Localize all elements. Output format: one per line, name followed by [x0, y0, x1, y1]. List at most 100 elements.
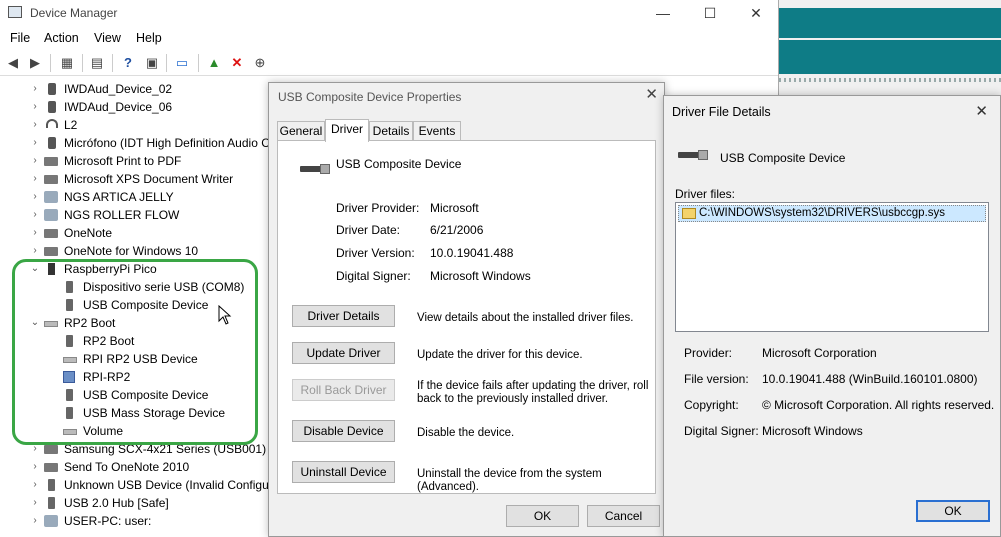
tab-general[interactable]: General	[277, 121, 325, 141]
audio-device-icon	[48, 101, 56, 113]
menu-view[interactable]: View	[94, 31, 121, 45]
toolbar-separator	[112, 54, 113, 72]
chevron-right-icon[interactable]: ›	[30, 458, 40, 476]
tree-item-label: IWDAud_Device_02	[64, 82, 173, 96]
chevron-right-icon[interactable]: ›	[30, 80, 40, 98]
network-device-icon	[44, 191, 58, 203]
usb-icon	[48, 497, 55, 509]
digital-signer-value: Microsoft Windows	[762, 424, 863, 438]
driver-provider-value: Microsoft	[430, 201, 479, 215]
driver-details-button[interactable]: Driver Details	[292, 305, 395, 327]
help-icon[interactable]: ?	[119, 55, 137, 71]
printer-icon	[44, 229, 58, 238]
microphone-icon	[48, 137, 56, 149]
printer-icon	[44, 445, 58, 454]
chevron-right-icon[interactable]: ›	[30, 512, 40, 530]
driver-date-value: 6/21/2006	[430, 223, 484, 237]
view-icon[interactable]: ▣	[143, 55, 161, 71]
chevron-right-icon[interactable]: ›	[30, 98, 40, 116]
provider-label: Provider:	[684, 346, 733, 360]
close-icon[interactable]: ✕	[975, 102, 988, 120]
copyright-label: Copyright:	[684, 398, 739, 412]
driver-date-label: Driver Date:	[336, 223, 401, 237]
cancel-button[interactable]: Cancel	[587, 505, 660, 527]
network-device-icon	[44, 515, 58, 527]
chevron-right-icon[interactable]: ›	[30, 242, 40, 260]
close-icon[interactable]: ✕	[645, 85, 658, 103]
minimize-button[interactable]: —	[640, 0, 686, 26]
disable-device-button[interactable]: Disable Device	[292, 420, 395, 442]
chevron-right-icon[interactable]: ›	[30, 494, 40, 512]
disable-device-description: Disable the device.	[417, 427, 515, 439]
tab-details[interactable]: Details	[369, 121, 413, 141]
update-driver-icon[interactable]: ▲	[205, 55, 223, 71]
driver-files-list[interactable]: C:\WINDOWS\system32\DRIVERS\usbccgp.sys	[675, 202, 989, 332]
update-driver-button[interactable]: Update Driver	[292, 342, 395, 364]
chevron-right-icon[interactable]: ›	[30, 224, 40, 242]
menu-help[interactable]: Help	[136, 31, 162, 45]
tree-item-label: OneNote for Windows 10	[64, 244, 199, 258]
uninstall-device-description: Uninstall the device from the system (Ad…	[417, 468, 602, 493]
roll-back-driver-description: If the device fails after updating the d…	[417, 380, 649, 405]
monitor-icon[interactable]: ▭	[173, 55, 191, 71]
close-button[interactable]: ✕	[733, 0, 779, 26]
driver-files-label: Driver files:	[675, 187, 736, 201]
highlight-outline	[12, 259, 258, 445]
background-app-divider	[779, 78, 1001, 82]
tree-item-label: NGS ARTICA JELLY	[64, 190, 174, 204]
uninstall-icon[interactable]: ✕	[228, 55, 246, 71]
tree-item-label: NGS ROLLER FLOW	[64, 208, 180, 222]
properties-grid-icon[interactable]: ▦	[58, 55, 76, 71]
tree-item-label: OneNote	[64, 226, 113, 240]
chevron-right-icon[interactable]: ›	[30, 170, 40, 188]
chevron-right-icon[interactable]: ›	[30, 152, 40, 170]
tree-item-label: Micrófono (IDT High Definition Audio C	[64, 136, 270, 150]
tree-item-label: Microsoft XPS Document Writer	[64, 172, 234, 186]
properties-icon[interactable]: ▤	[88, 55, 106, 71]
toolbar-separator	[82, 54, 83, 72]
dialog-title: USB Composite Device Properties	[278, 90, 462, 104]
tab-events[interactable]: Events	[413, 121, 461, 141]
download-icon[interactable]: ⊕	[251, 55, 269, 71]
ok-button[interactable]: OK	[506, 505, 579, 527]
driver-provider-label: Driver Provider:	[336, 201, 420, 215]
device-name: USB Composite Device	[336, 157, 462, 171]
tab-driver[interactable]: Driver	[325, 119, 369, 142]
background-app-header	[779, 8, 1001, 38]
tree-item-label: Send To OneNote 2010	[64, 460, 190, 474]
driver-tab-panel: USB Composite Device Driver Provider: Mi…	[277, 140, 656, 494]
digital-signer-label: Digital Signer:	[684, 424, 759, 438]
file-path: C:\WINDOWS\system32\DRIVERS\usbccgp.sys	[699, 207, 946, 219]
maximize-button[interactable]: ☐	[687, 0, 733, 26]
uninstall-device-button[interactable]: Uninstall Device	[292, 461, 395, 483]
network-device-icon	[44, 209, 58, 221]
driver-version-value: 10.0.19041.488	[430, 246, 514, 260]
toolbar-separator	[50, 54, 51, 72]
update-driver-description: Update the driver for this device.	[417, 349, 583, 361]
printer-icon	[44, 157, 58, 166]
printer-icon	[44, 247, 58, 256]
chevron-right-icon[interactable]: ›	[30, 116, 40, 134]
window-title: Device Manager	[30, 6, 118, 20]
menu-action[interactable]: Action	[44, 31, 79, 45]
device-name: USB Composite Device	[720, 151, 846, 165]
toolbar-separator	[198, 54, 199, 72]
chevron-right-icon[interactable]: ›	[30, 206, 40, 224]
menu-bar: File Action View Help	[0, 26, 778, 50]
chevron-right-icon[interactable]: ›	[30, 134, 40, 152]
chevron-right-icon[interactable]: ›	[30, 188, 40, 206]
file-version-label: File version:	[684, 372, 749, 386]
properties-dialog: USB Composite Device Properties ✕ Genera…	[268, 82, 665, 537]
chevron-right-icon[interactable]: ›	[30, 476, 40, 494]
forward-icon[interactable]: ▶	[26, 55, 44, 71]
back-icon[interactable]: ◀	[4, 55, 22, 71]
dialog-title: Driver File Details	[672, 105, 771, 119]
toolbar-separator	[166, 54, 167, 72]
roll-back-driver-button[interactable]: Roll Back Driver	[292, 379, 395, 401]
ok-button[interactable]: OK	[916, 500, 990, 522]
list-item[interactable]: C:\WINDOWS\system32\DRIVERS\usbccgp.sys	[678, 205, 986, 222]
tree-item-label: USB 2.0 Hub [Safe]	[64, 496, 169, 510]
tree-item-label: USER-PC: user:	[64, 514, 152, 528]
file-version-value: 10.0.19041.488 (WinBuild.160101.0800)	[762, 372, 978, 386]
menu-file[interactable]: File	[10, 31, 30, 45]
